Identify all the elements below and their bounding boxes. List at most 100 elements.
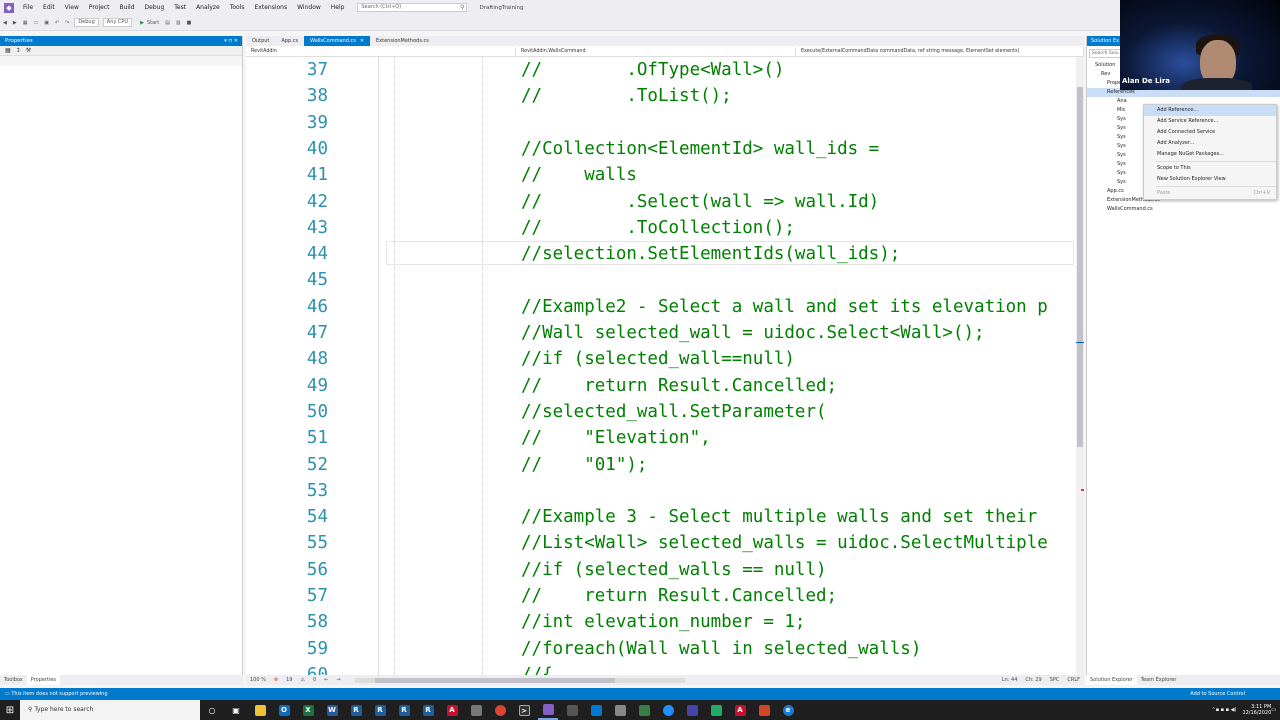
code-line[interactable]: 47 //Wall selected_wall = uidoc.Select<Wa… (246, 320, 1078, 346)
close-icon[interactable]: ✕ (360, 38, 364, 44)
excel-icon[interactable]: X (298, 700, 318, 720)
acrobat-icon[interactable]: A (730, 700, 750, 720)
code-line[interactable]: 51 // "Elevation", (246, 425, 1078, 451)
tab-wallscommand-cs[interactable]: WallsCommand.cs ✕ (304, 36, 371, 46)
tab-toolbox[interactable]: Toolbox (0, 675, 27, 685)
add-to-source-control-button[interactable]: Add to Source Control (1190, 688, 1245, 700)
code-line[interactable]: 45 (246, 267, 1078, 293)
menu-paste[interactable]: Paste Ctrl+V (1144, 188, 1276, 199)
save-icon[interactable]: ▣ (44, 20, 49, 26)
toolbar-tool-icon[interactable]: ▥ (176, 20, 181, 26)
code-line[interactable]: 57 // return Result.Cancelled; (246, 583, 1078, 609)
file-explorer-icon[interactable] (250, 700, 270, 720)
chrome-icon[interactable] (490, 700, 510, 720)
menu-add-reference[interactable]: Add Reference... (1144, 105, 1276, 116)
menu-add-connected-service[interactable]: Add Connected Service (1144, 127, 1276, 138)
code-line[interactable]: 56 //if (selected_walls == null) (246, 557, 1078, 583)
toolbar-tool-icon[interactable]: ▤ (165, 20, 170, 26)
code-line[interactable]: 58 //int elevation_number = 1; (246, 609, 1078, 635)
open-icon[interactable]: ▭ (33, 20, 38, 26)
app-icon[interactable] (658, 700, 678, 720)
code-line[interactable]: 60 //{ (246, 662, 1078, 675)
undo-icon[interactable]: ↶ (55, 20, 59, 26)
redo-icon[interactable]: ↷ (65, 20, 69, 26)
taskbar-search-input[interactable]: ⚲ Type here to search (20, 700, 200, 720)
member-dropdown[interactable]: Execute(ExternalCommandData commandData,… (796, 46, 1084, 56)
app-icon[interactable] (466, 700, 486, 720)
tab-properties[interactable]: Properties (26, 675, 61, 685)
menu-extensions[interactable]: Extensions (250, 4, 293, 11)
tab-output[interactable]: Output (246, 36, 275, 46)
tab-solution-explorer[interactable]: Solution Explorer (1086, 675, 1137, 685)
tab-app-cs[interactable]: App.cs (275, 36, 304, 46)
menu-tools[interactable]: Tools (225, 4, 250, 11)
horizontal-scrollbar-thumb[interactable] (374, 677, 615, 683)
powerpoint-icon[interactable] (754, 700, 774, 720)
menu-window[interactable]: Window (292, 4, 326, 11)
visual-studio-icon[interactable] (538, 700, 558, 720)
code-editor[interactable]: 37 // .OfType<Wall>() 38 // .ToList(); 39 40 /… (246, 57, 1078, 675)
terminal-icon[interactable]: > (514, 700, 534, 720)
nav-forward-icon[interactable]: → (336, 677, 340, 683)
start-button[interactable]: Start (147, 20, 159, 26)
class-dropdown[interactable]: RevitAddin.WallsCommand (516, 46, 796, 56)
code-line[interactable]: 53 (246, 478, 1078, 504)
revit-icon[interactable]: R (418, 700, 438, 720)
clock[interactable]: 3:11 PM 12/16/2020 (1242, 704, 1271, 716)
code-line[interactable]: 41 // walls (246, 162, 1078, 188)
tab-team-explorer[interactable]: Team Explorer (1137, 675, 1181, 685)
windows-start-icon[interactable]: ⊞ (0, 705, 20, 716)
app-icon[interactable] (634, 700, 654, 720)
configuration-select[interactable]: Debug (74, 18, 99, 27)
autocad-icon[interactable]: A (442, 700, 462, 720)
cortana-icon[interactable]: ○ (202, 700, 222, 720)
code-line[interactable]: 54 //Example 3 - Select multiple walls an… (246, 504, 1078, 530)
menu-add-analyzer[interactable]: Add Analyzer... (1144, 138, 1276, 149)
app-icon[interactable] (610, 700, 630, 720)
menu-view[interactable]: View (60, 4, 84, 11)
menu-file[interactable]: File (18, 4, 38, 11)
error-count[interactable]: 19 (286, 677, 292, 683)
revit-icon[interactable]: R (394, 700, 414, 720)
search-input[interactable]: Search (Ctrl+Q) ⚲ (357, 3, 468, 12)
new-project-icon[interactable]: ▦ (23, 20, 28, 26)
code-line[interactable]: 55 //List<Wall> selected_walls = uidoc.Se… (246, 530, 1078, 556)
code-line[interactable]: 48 //if (selected_wall==null) (246, 346, 1078, 372)
property-pages-icon[interactable]: ⚒ (26, 47, 31, 54)
categorized-icon[interactable]: ▦ (5, 47, 11, 54)
menu-manage-nuget-packages[interactable]: Manage NuGet Packages... (1144, 149, 1276, 160)
start-icon[interactable]: ▶ (140, 20, 144, 26)
code-line[interactable]: 38 // .ToList(); (246, 83, 1078, 109)
menu-build[interactable]: Build (114, 4, 139, 11)
panel-controls-icon[interactable]: ▾ ⊓ ✕ (224, 36, 238, 46)
scrollbar-thumb[interactable] (1077, 87, 1083, 447)
app-icon[interactable] (706, 700, 726, 720)
tray-icons[interactable]: ▪ ▪ ▪ ◀) (1216, 707, 1237, 713)
menu-debug[interactable]: Debug (140, 4, 170, 11)
task-view-icon[interactable]: ▣ (226, 700, 246, 720)
code-line[interactable]: 37 // .OfType<Wall>() (246, 57, 1078, 83)
forward-icon[interactable]: ▶ (13, 20, 17, 26)
app-icon[interactable] (586, 700, 606, 720)
menu-test[interactable]: Test (169, 4, 191, 11)
code-line[interactable]: 50 //selected_wall.SetParameter( (246, 399, 1078, 425)
code-line[interactable]: 49 // return Result.Cancelled; (246, 373, 1078, 399)
outlook-icon[interactable]: O (274, 700, 294, 720)
code-line[interactable]: 40 //Collection<ElementId> wall_ids = (246, 136, 1078, 162)
edge-icon[interactable]: e (778, 700, 798, 720)
alphabetical-icon[interactable]: ↕ (16, 47, 21, 54)
warning-count[interactable]: 0 (313, 677, 316, 683)
bookmark-icon[interactable]: ■ (187, 20, 192, 26)
code-line[interactable]: 43 // .ToCollection(); (246, 215, 1078, 241)
tree-node-wallscommand-cs[interactable]: WallsCommand.cs (1087, 205, 1280, 214)
revit-icon[interactable]: R (346, 700, 366, 720)
menu-help[interactable]: Help (326, 4, 350, 11)
menu-add-service-reference[interactable]: Add Service Reference... (1144, 116, 1276, 127)
code-line[interactable]: 44 //selection.SetElementIds(wall_ids); (246, 241, 1078, 267)
word-icon[interactable]: W (322, 700, 342, 720)
horizontal-scrollbar[interactable] (354, 677, 685, 683)
menu-edit[interactable]: Edit (38, 4, 60, 11)
menu-analyze[interactable]: Analyze (191, 4, 225, 11)
nav-back-icon[interactable]: ← (324, 677, 328, 683)
menu-new-solution-explorer-view[interactable]: New Solution Explorer View (1144, 174, 1276, 185)
